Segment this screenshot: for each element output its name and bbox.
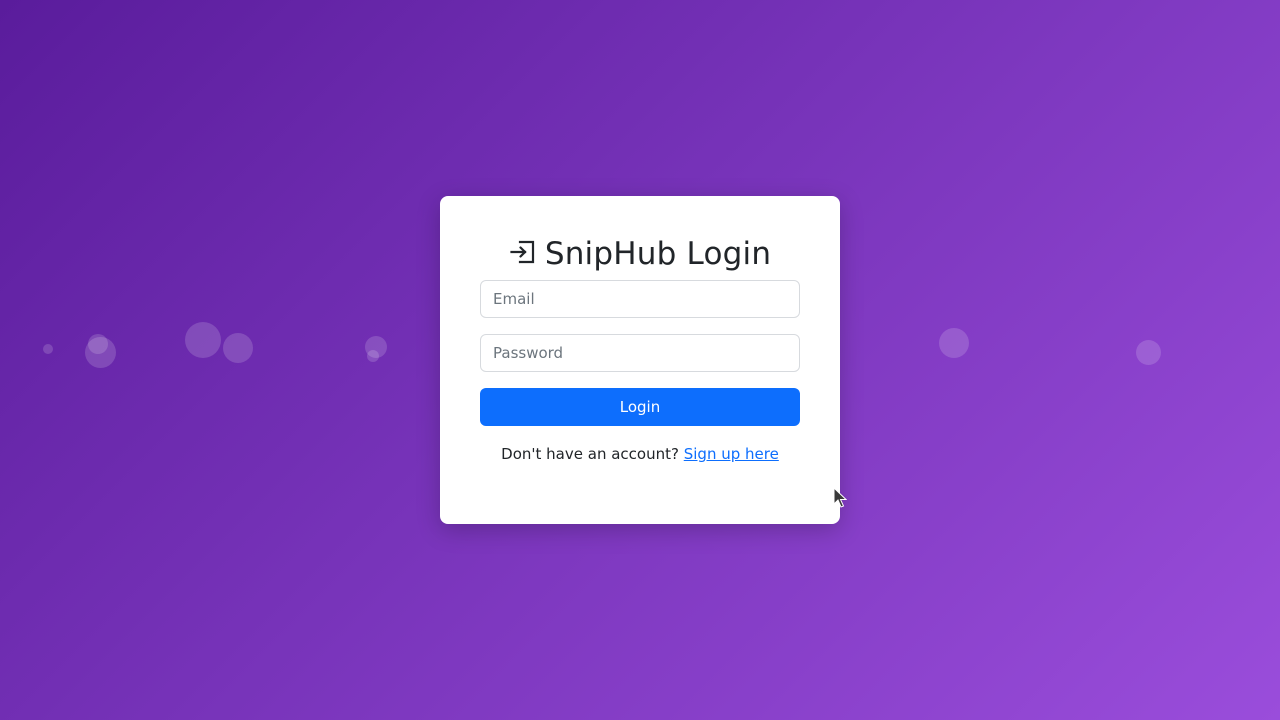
- background-bubble: [223, 333, 253, 363]
- background-bubble: [85, 337, 116, 368]
- background-bubble: [1136, 340, 1161, 365]
- background-bubble: [185, 322, 221, 358]
- email-field[interactable]: [480, 280, 800, 318]
- signup-prompt-text: Don't have an account?: [501, 445, 679, 463]
- mouse-cursor-icon: [833, 486, 848, 509]
- background-bubble: [43, 344, 53, 354]
- password-field[interactable]: [480, 334, 800, 372]
- background-bubble: [367, 350, 379, 362]
- login-card: SnipHub Login Login Don't have an accoun…: [440, 196, 840, 524]
- box-arrow-in-right-icon: [509, 238, 537, 266]
- page-title: SnipHub Login: [544, 236, 772, 272]
- login-button[interactable]: Login: [480, 388, 800, 426]
- background-bubble: [939, 328, 969, 358]
- signup-link[interactable]: Sign up here: [684, 445, 779, 463]
- login-header: SnipHub Login: [480, 234, 800, 274]
- signup-prompt-row: Don't have an account? Sign up here: [480, 444, 800, 464]
